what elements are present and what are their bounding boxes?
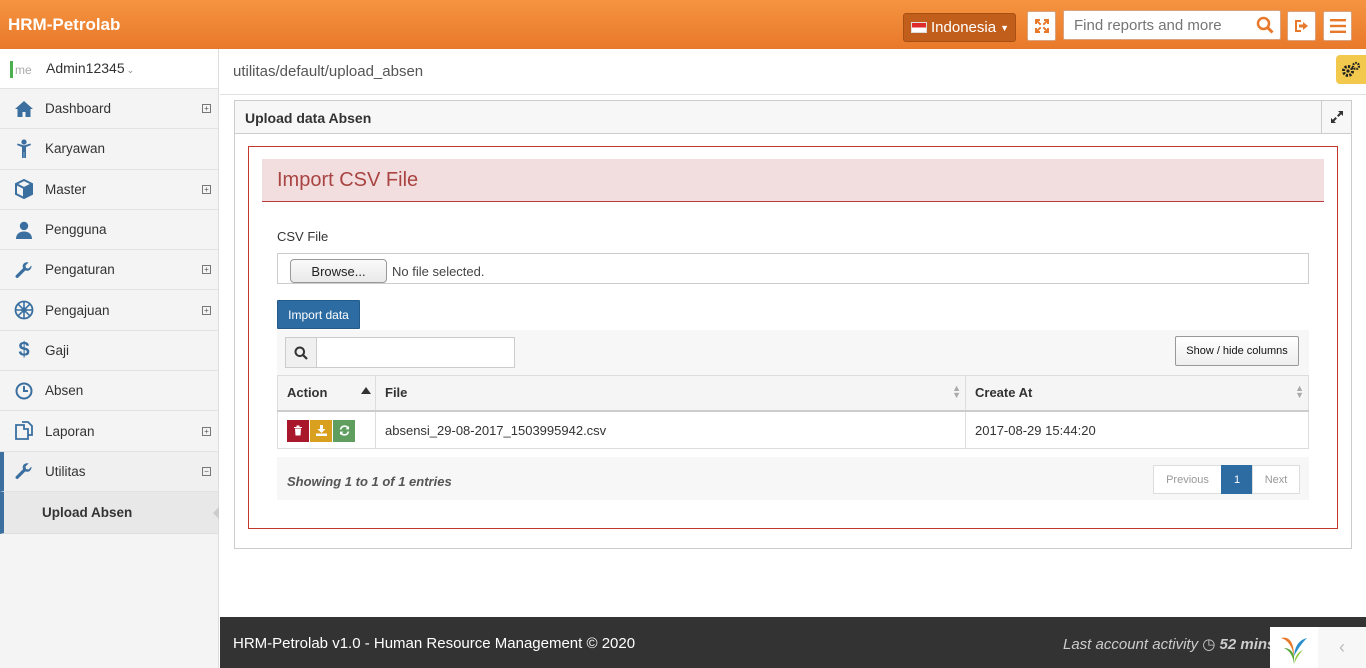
sidebar-subitem-upload-absen[interactable]: Upload Absen [0,491,219,534]
breadcrumb-bar: utilitas/default/upload_absen [220,49,1366,95]
sidebar-item-absen[interactable]: Absen [0,371,218,412]
expand-icon [1330,111,1343,123]
sign-out-icon [1294,20,1308,32]
wrench-icon [14,461,34,481]
browse-button[interactable]: Browse... [290,259,387,283]
last-activity: Last account activity ◷ 52 mins [1063,636,1276,653]
framework-logo-icon[interactable] [1270,627,1318,668]
delete-button[interactable] [287,419,309,442]
import-data-button[interactable]: Import data [277,300,360,329]
collapse-icon[interactable]: − [202,466,211,476]
widget-title: Upload data Absen [245,110,372,126]
copy-icon [14,421,34,441]
home-icon [14,99,34,119]
action-cell [277,410,376,449]
sidebar-item-pengaturan[interactable]: Pengaturan + [0,250,218,291]
show-hide-columns-button[interactable]: Show / hide columns [1175,336,1299,366]
expand-icon[interactable]: + [202,426,211,436]
expand-icon[interactable]: + [202,184,211,194]
expand-icon[interactable]: + [202,305,211,315]
table-info: Showing 1 to 1 of 1 entries [287,474,452,489]
next-page-button[interactable]: Next [1252,465,1300,494]
app-brand[interactable]: HRM-Petrolab [8,15,120,35]
upload-table: Action File ▲ ▼ Create At ▲ ▼ absensi_29… [277,375,1309,449]
csv-file-label: CSV File [277,229,329,244]
user-icon [14,220,34,240]
settings-toggle-button[interactable] [1336,55,1366,84]
refresh-button[interactable] [333,419,355,442]
upload-widget: Upload data Absen Import CSV File CSV Fi… [234,100,1352,549]
search-icon [285,337,317,368]
chevron-down-icon: ▼ [1000,22,1009,33]
created-at-cell: 2017-08-29 15:44:20 [965,410,1309,449]
download-button[interactable] [310,419,332,442]
expand-icon[interactable]: + [202,265,211,275]
column-header-action[interactable]: Action [277,375,376,412]
online-status-indicator [10,61,13,78]
user-avatar-label: me [15,63,32,77]
refresh-icon [339,425,349,436]
cube-icon [14,179,34,200]
panel-header: Import CSV File [262,159,1324,202]
download-icon [315,425,327,436]
language-dropdown[interactable]: Indonesia ▼ [903,13,1016,42]
user-name[interactable]: Admin12345 ⌄ [46,60,134,76]
sort-icon: ▲ ▼ [1295,383,1304,400]
table-footer: Showing 1 to 1 of 1 entries Previous 1 N… [277,457,1309,500]
column-header-file[interactable]: File ▲ ▼ [375,375,966,412]
wrench-icon [14,260,34,280]
page-1-button[interactable]: 1 [1221,465,1253,494]
indonesia-flag-icon [911,22,927,33]
table-row: absensi_29-08-2017_1503995942.csv 2017-0… [277,410,1309,449]
csv-file-input[interactable]: Browse... No file selected. [277,253,1309,284]
fullscreen-toggle-button[interactable] [1027,11,1056,41]
sidebar-item-dashboard[interactable]: Dashboard + [0,89,218,130]
search-input[interactable] [1074,17,1249,34]
hamburger-icon [1329,19,1346,33]
logout-button[interactable] [1287,11,1316,41]
sidebar: me Admin12345 ⌄ Dashboard + Karyawan Mast… [0,49,219,668]
gear-icon [14,300,34,320]
sidebar-item-master[interactable]: Master + [0,170,218,210]
person-icon [14,139,34,159]
table-search-input[interactable] [316,337,515,368]
clock-icon: ◷ [1202,636,1216,653]
pagination: Previous 1 Next [1153,465,1300,494]
sidebar-item-karyawan[interactable]: Karyawan [0,129,218,170]
active-indicator [213,506,219,519]
widget-fullscreen-button[interactable] [1321,101,1351,133]
top-navbar: HRM-Petrolab Indonesia ▼ [0,0,1366,49]
sort-asc-icon [361,387,371,394]
sidebar-item-laporan[interactable]: Laporan + [0,411,218,452]
global-search [1063,10,1281,40]
breadcrumb: utilitas/default/upload_absen [233,63,424,80]
clock-icon [14,381,34,401]
previous-page-button[interactable]: Previous [1153,465,1222,494]
page-footer: HRM-Petrolab v1.0 - Human Resource Manag… [220,617,1366,668]
user-info[interactable]: me Admin12345 ⌄ [0,49,218,89]
file-status: No file selected. [392,264,485,279]
table-toolbar: Show / hide columns [277,330,1309,375]
search-icon[interactable] [1256,16,1274,34]
sidebar-item-gaji[interactable]: $ Gaji [0,331,218,372]
language-label: Indonesia [931,19,997,36]
dollar-icon: $ [18,338,30,361]
sort-icon: ▲ ▼ [952,383,961,400]
expand-icon[interactable]: + [202,104,211,114]
panel-title: Import CSV File [277,169,419,191]
expand-icon [1034,19,1049,33]
file-cell: absensi_29-08-2017_1503995942.csv [375,410,966,449]
footer-copyright: HRM-Petrolab v1.0 - Human Resource Manag… [233,635,636,652]
sidebar-item-utilitas[interactable]: Utilitas − [0,451,218,492]
collapse-panel-button[interactable]: ‹ [1318,627,1366,668]
menu-toggle-button[interactable] [1323,11,1352,41]
gears-icon [1342,61,1361,77]
widget-header: Upload data Absen [235,101,1351,134]
chevron-left-icon: ‹ [1339,637,1345,657]
import-panel: Import CSV File CSV File Browse... No fi… [248,146,1338,529]
sidebar-item-pengajuan[interactable]: Pengajuan + [0,290,218,331]
sidebar-item-pengguna[interactable]: Pengguna [0,210,218,251]
trash-icon [294,425,302,436]
column-header-create-at[interactable]: Create At ▲ ▼ [965,375,1309,412]
